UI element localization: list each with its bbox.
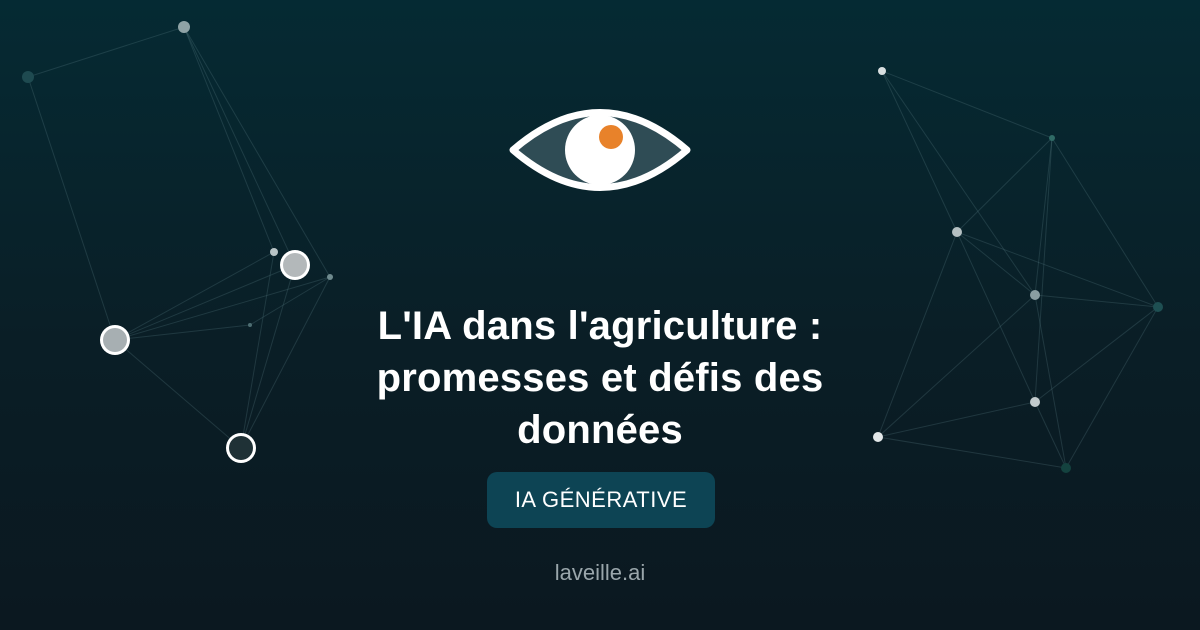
article-title: L'IA dans l'agriculture : promesses et d… bbox=[376, 304, 824, 452]
category-badge[interactable]: IA GÉNÉRATIVE bbox=[487, 472, 715, 528]
site-name: laveille.ai bbox=[554, 560, 646, 585]
eye-icon bbox=[505, 100, 695, 200]
social-share-card: L'IA dans l'agriculture : promesses et d… bbox=[0, 0, 1200, 630]
